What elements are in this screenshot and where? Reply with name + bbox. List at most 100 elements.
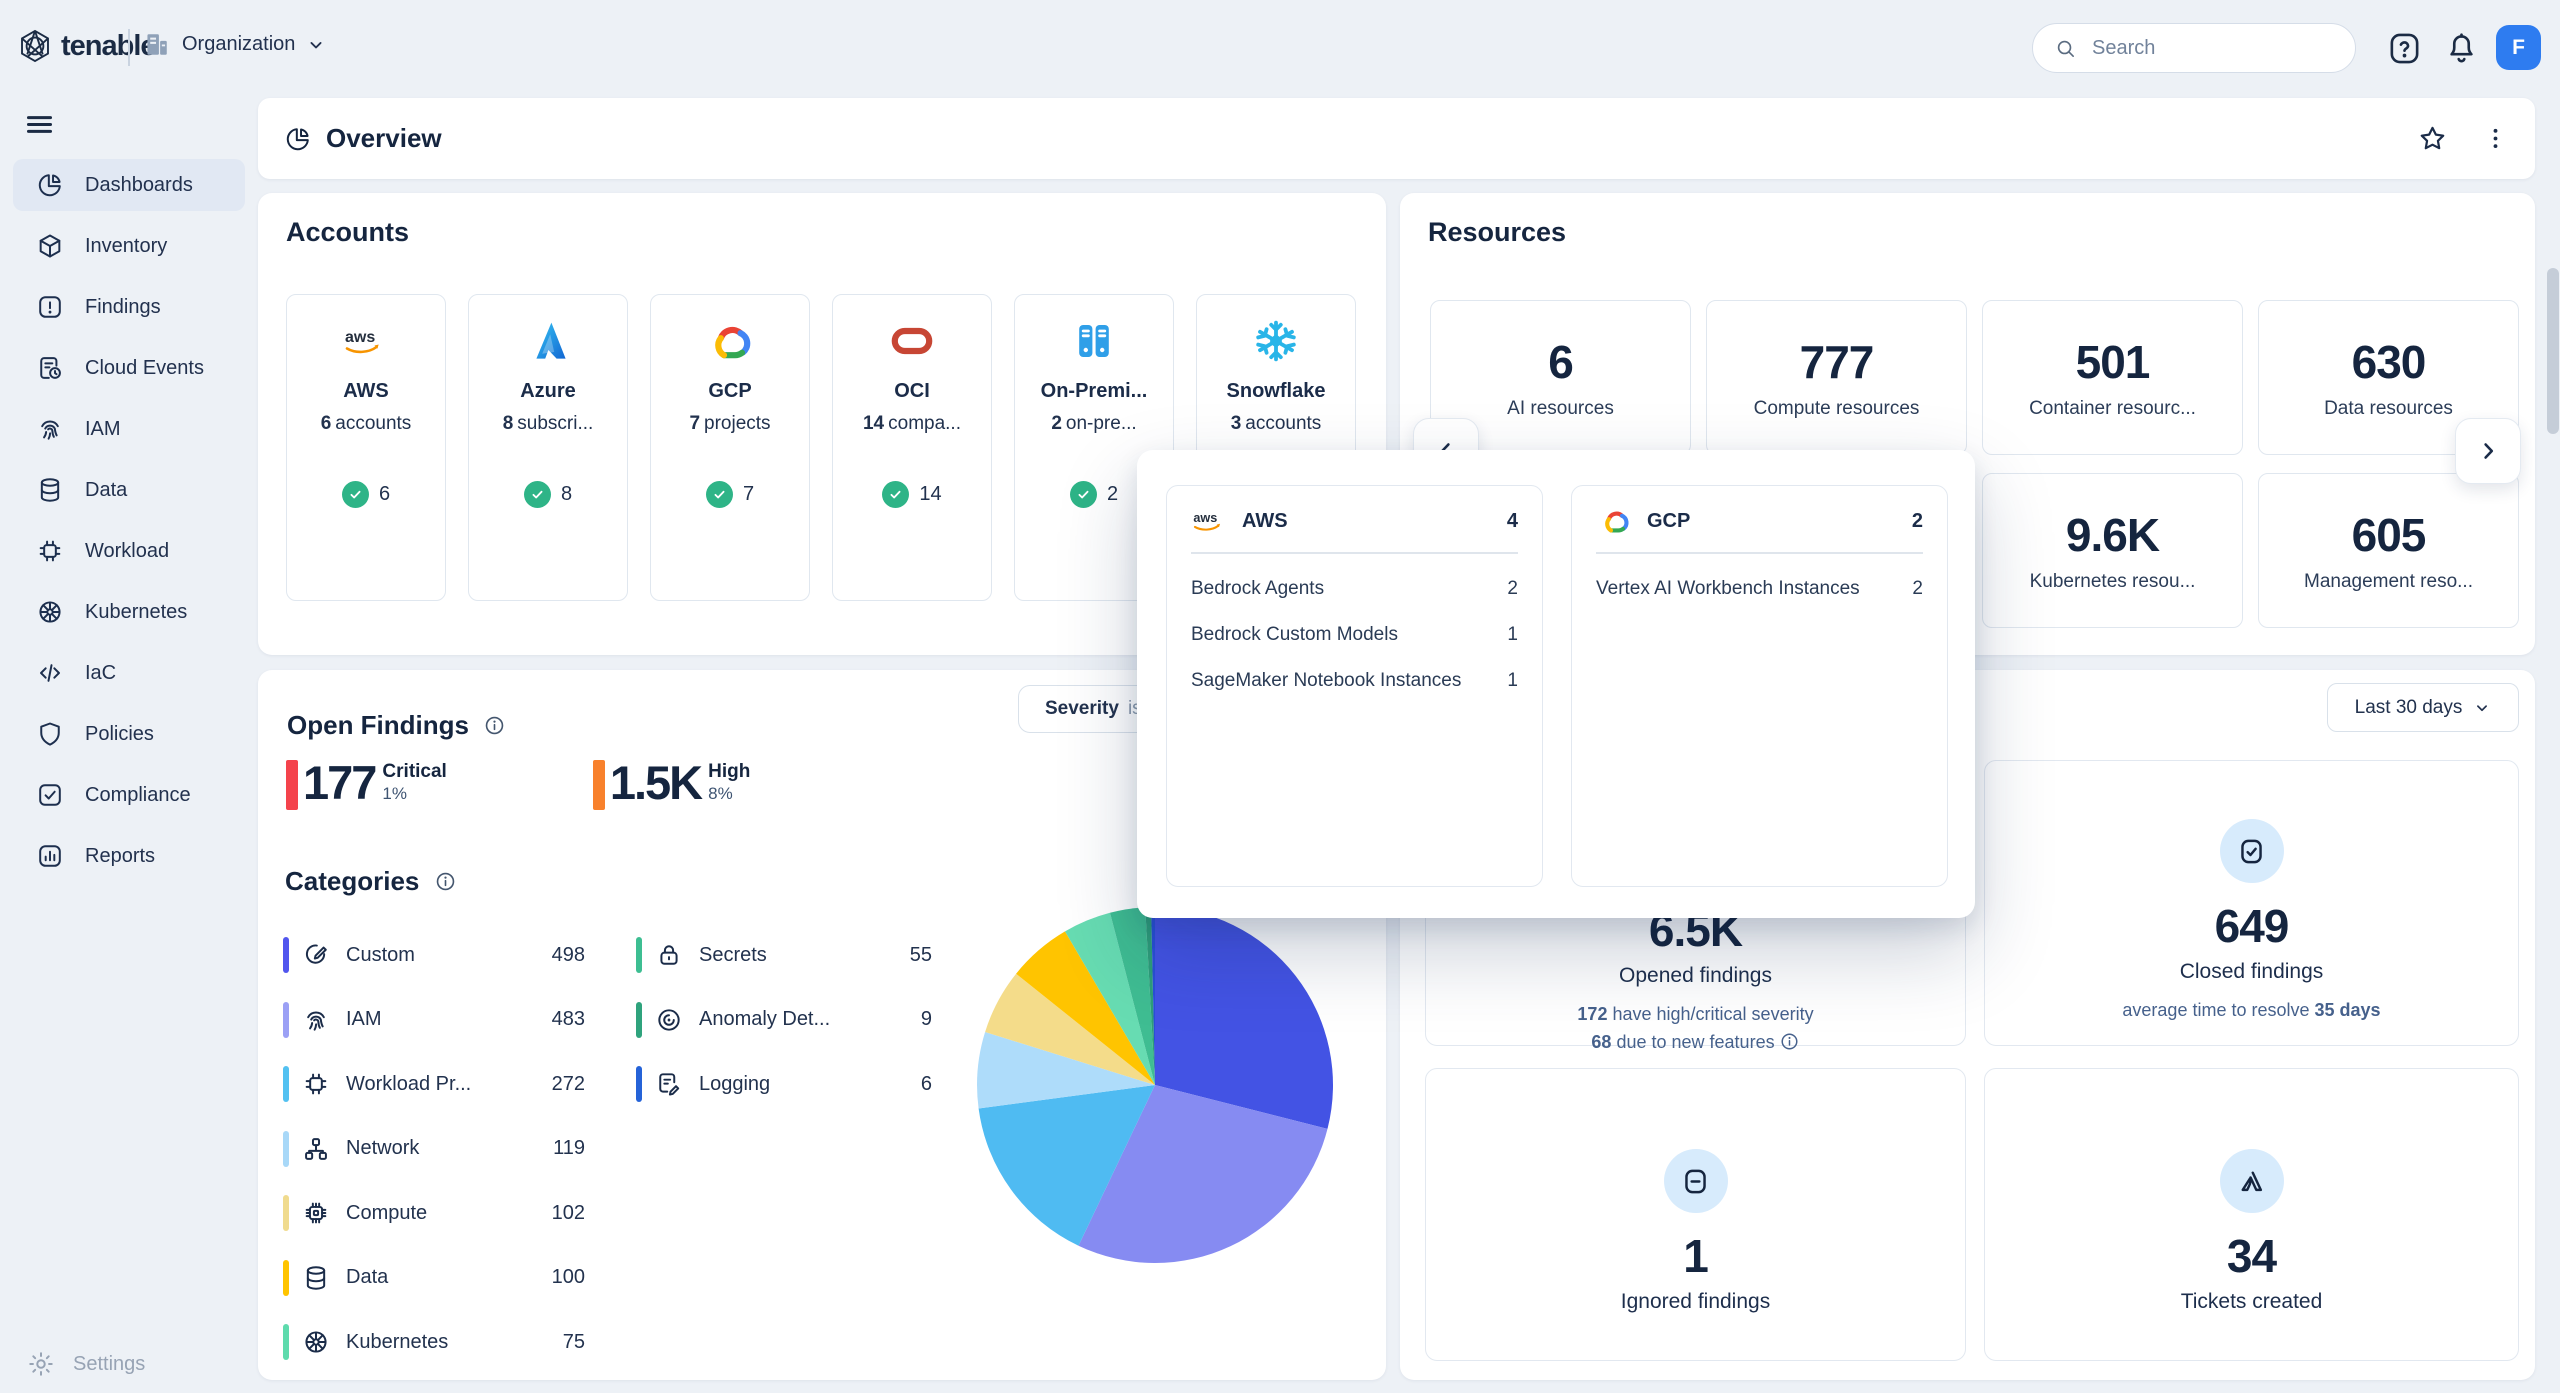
sidebar-item-reports[interactable]: Reports [13, 830, 245, 882]
popup-provider-card: GCP 2 Vertex AI Workbench Instances 2 [1571, 485, 1948, 887]
tile-check-row: 6 [287, 481, 445, 508]
category-row[interactable]: Kubernetes 75 [283, 1319, 585, 1365]
category-label: Workload Pr... [346, 1073, 552, 1096]
category-count: 75 [563, 1331, 585, 1354]
category-icon [302, 1135, 330, 1163]
resource-tile[interactable]: 9.6K Kubernetes resou... [1982, 473, 2243, 628]
sidebar-item-findings[interactable]: Findings [13, 281, 245, 333]
sidebar-item-settings[interactable]: Settings [27, 1350, 145, 1378]
resource-tile[interactable]: 501 Container resourc... [1982, 300, 2243, 455]
provider-name: AWS [1242, 510, 1494, 533]
sidebar-item-label: Findings [85, 296, 161, 319]
category-label: Data [346, 1266, 552, 1289]
account-tile[interactable]: Azure 8subscri... 8 [468, 294, 628, 601]
sidebar-item-kubernetes[interactable]: Kubernetes [13, 586, 245, 638]
category-label: Kubernetes [346, 1331, 563, 1354]
ignored-findings-value: 1 [1426, 1229, 1965, 1283]
category-icon [302, 1199, 330, 1227]
resource-type-row: SageMaker Notebook Instances 1 [1191, 670, 1518, 692]
notifications-button[interactable] [2443, 30, 2480, 67]
category-row[interactable]: Compute 102 [283, 1190, 585, 1236]
organization-switcher[interactable]: Organization [142, 30, 326, 59]
connected-count: 8 [561, 483, 572, 506]
category-color-bar [283, 1195, 289, 1231]
organization-label: Organization [182, 33, 295, 56]
help-button[interactable] [2386, 30, 2423, 67]
sidebar-item-workload[interactable]: Workload [13, 525, 245, 577]
ignored-findings-card[interactable]: 1 Ignored findings [1425, 1068, 1966, 1361]
severity-label: High [708, 761, 750, 783]
sidebar-item-cloud-events[interactable]: Cloud Events [13, 342, 245, 394]
resources-title: Resources [1428, 217, 1566, 248]
sidebar-item-compliance[interactable]: Compliance [13, 769, 245, 821]
sidebar-item-label: Compliance [85, 784, 191, 807]
filter-field: Severity [1045, 698, 1119, 720]
account-tile[interactable]: aws AWS 6accounts 6 [286, 294, 446, 601]
provider-logo-icon [888, 317, 936, 365]
svg-text:aws: aws [1193, 511, 1217, 525]
sidebar-item-iam[interactable]: IAM [13, 403, 245, 455]
sidebar-item-icon [36, 415, 64, 443]
category-row[interactable]: Workload Pr... 272 [283, 1061, 585, 1107]
category-icon [302, 1264, 330, 1292]
avatar[interactable]: F [2496, 25, 2541, 70]
gear-icon [27, 1350, 55, 1378]
account-count: 14compa... [833, 413, 991, 435]
resource-label: Data resources [2324, 398, 2453, 420]
provider-logo-icon [524, 317, 572, 365]
category-row[interactable]: Network 119 [283, 1126, 585, 1172]
sidebar-item-iac[interactable]: IaC [13, 647, 245, 699]
provider-logo-icon [1070, 317, 1118, 365]
sidebar-item-icon [36, 232, 64, 260]
resource-type-count: 2 [1507, 578, 1518, 600]
sidebar-item-dashboards[interactable]: Dashboards [13, 159, 245, 211]
resource-value: 9.6K [2066, 508, 2159, 562]
sidebar-item-label: Cloud Events [85, 357, 204, 380]
info-icon[interactable] [483, 714, 506, 737]
category-count: 119 [553, 1137, 585, 1160]
sidebar-item-data[interactable]: Data [13, 464, 245, 516]
info-icon[interactable] [434, 870, 457, 893]
account-tile[interactable]: OCI 14compa... 14 [832, 294, 992, 601]
carousel-next-button[interactable] [2455, 418, 2521, 484]
category-icon [655, 1006, 683, 1034]
tenable-logo[interactable]: tenable [16, 27, 156, 65]
check-icon [1070, 481, 1097, 508]
divider [128, 29, 130, 66]
category-icon [655, 941, 683, 969]
ai-resources-popup: aws AWS 4 Bedrock Agents 2 Bedrock Custo… [1137, 450, 1975, 918]
resource-label: Compute resources [1754, 398, 1920, 420]
resource-tile[interactable]: 777 Compute resources [1706, 300, 1967, 455]
resource-type-label: Vertex AI Workbench Instances [1596, 578, 1860, 600]
tickets-created-card[interactable]: 34 Tickets created [1984, 1068, 2519, 1361]
category-row[interactable]: Custom 498 [283, 932, 585, 978]
search-bar[interactable] [2032, 23, 2356, 73]
category-row[interactable]: Anomaly Det... 9 [636, 997, 932, 1043]
account-tile[interactable]: GCP 7projects 7 [650, 294, 810, 601]
opened-findings-details: 172 have high/critical severity 68 due t… [1426, 1000, 1965, 1056]
favorite-star-button[interactable] [2417, 123, 2448, 154]
connected-count: 2 [1107, 483, 1118, 506]
search-input[interactable] [2090, 36, 2334, 61]
info-icon[interactable] [1779, 1031, 1800, 1052]
connected-count: 7 [743, 483, 754, 506]
resource-type-count: 1 [1507, 624, 1518, 646]
scrollbar-thumb[interactable] [2547, 268, 2559, 434]
organization-icon [142, 30, 171, 59]
category-row[interactable]: Data 100 [283, 1255, 585, 1301]
resource-tile[interactable]: 605 Management reso... [2258, 473, 2519, 628]
resource-value: 501 [2076, 335, 2150, 389]
menu-toggle-button[interactable] [23, 108, 56, 141]
more-options-button[interactable] [2482, 125, 2509, 152]
closed-findings-card[interactable]: 649 Closed findings average time to reso… [1984, 760, 2519, 1046]
date-range-dropdown[interactable]: Last 30 days [2327, 683, 2519, 732]
sidebar-item-policies[interactable]: Policies [13, 708, 245, 760]
category-row[interactable]: Logging 6 [636, 1061, 932, 1107]
category-row[interactable]: IAM 483 [283, 997, 585, 1043]
category-row[interactable]: Secrets 55 [636, 932, 932, 978]
resource-value: 777 [1800, 335, 1874, 389]
sidebar-item-inventory[interactable]: Inventory [13, 220, 245, 272]
closed-findings-label: Closed findings [1985, 960, 2518, 984]
open-findings-title: Open Findings [287, 710, 469, 741]
category-color-bar [283, 1324, 289, 1360]
